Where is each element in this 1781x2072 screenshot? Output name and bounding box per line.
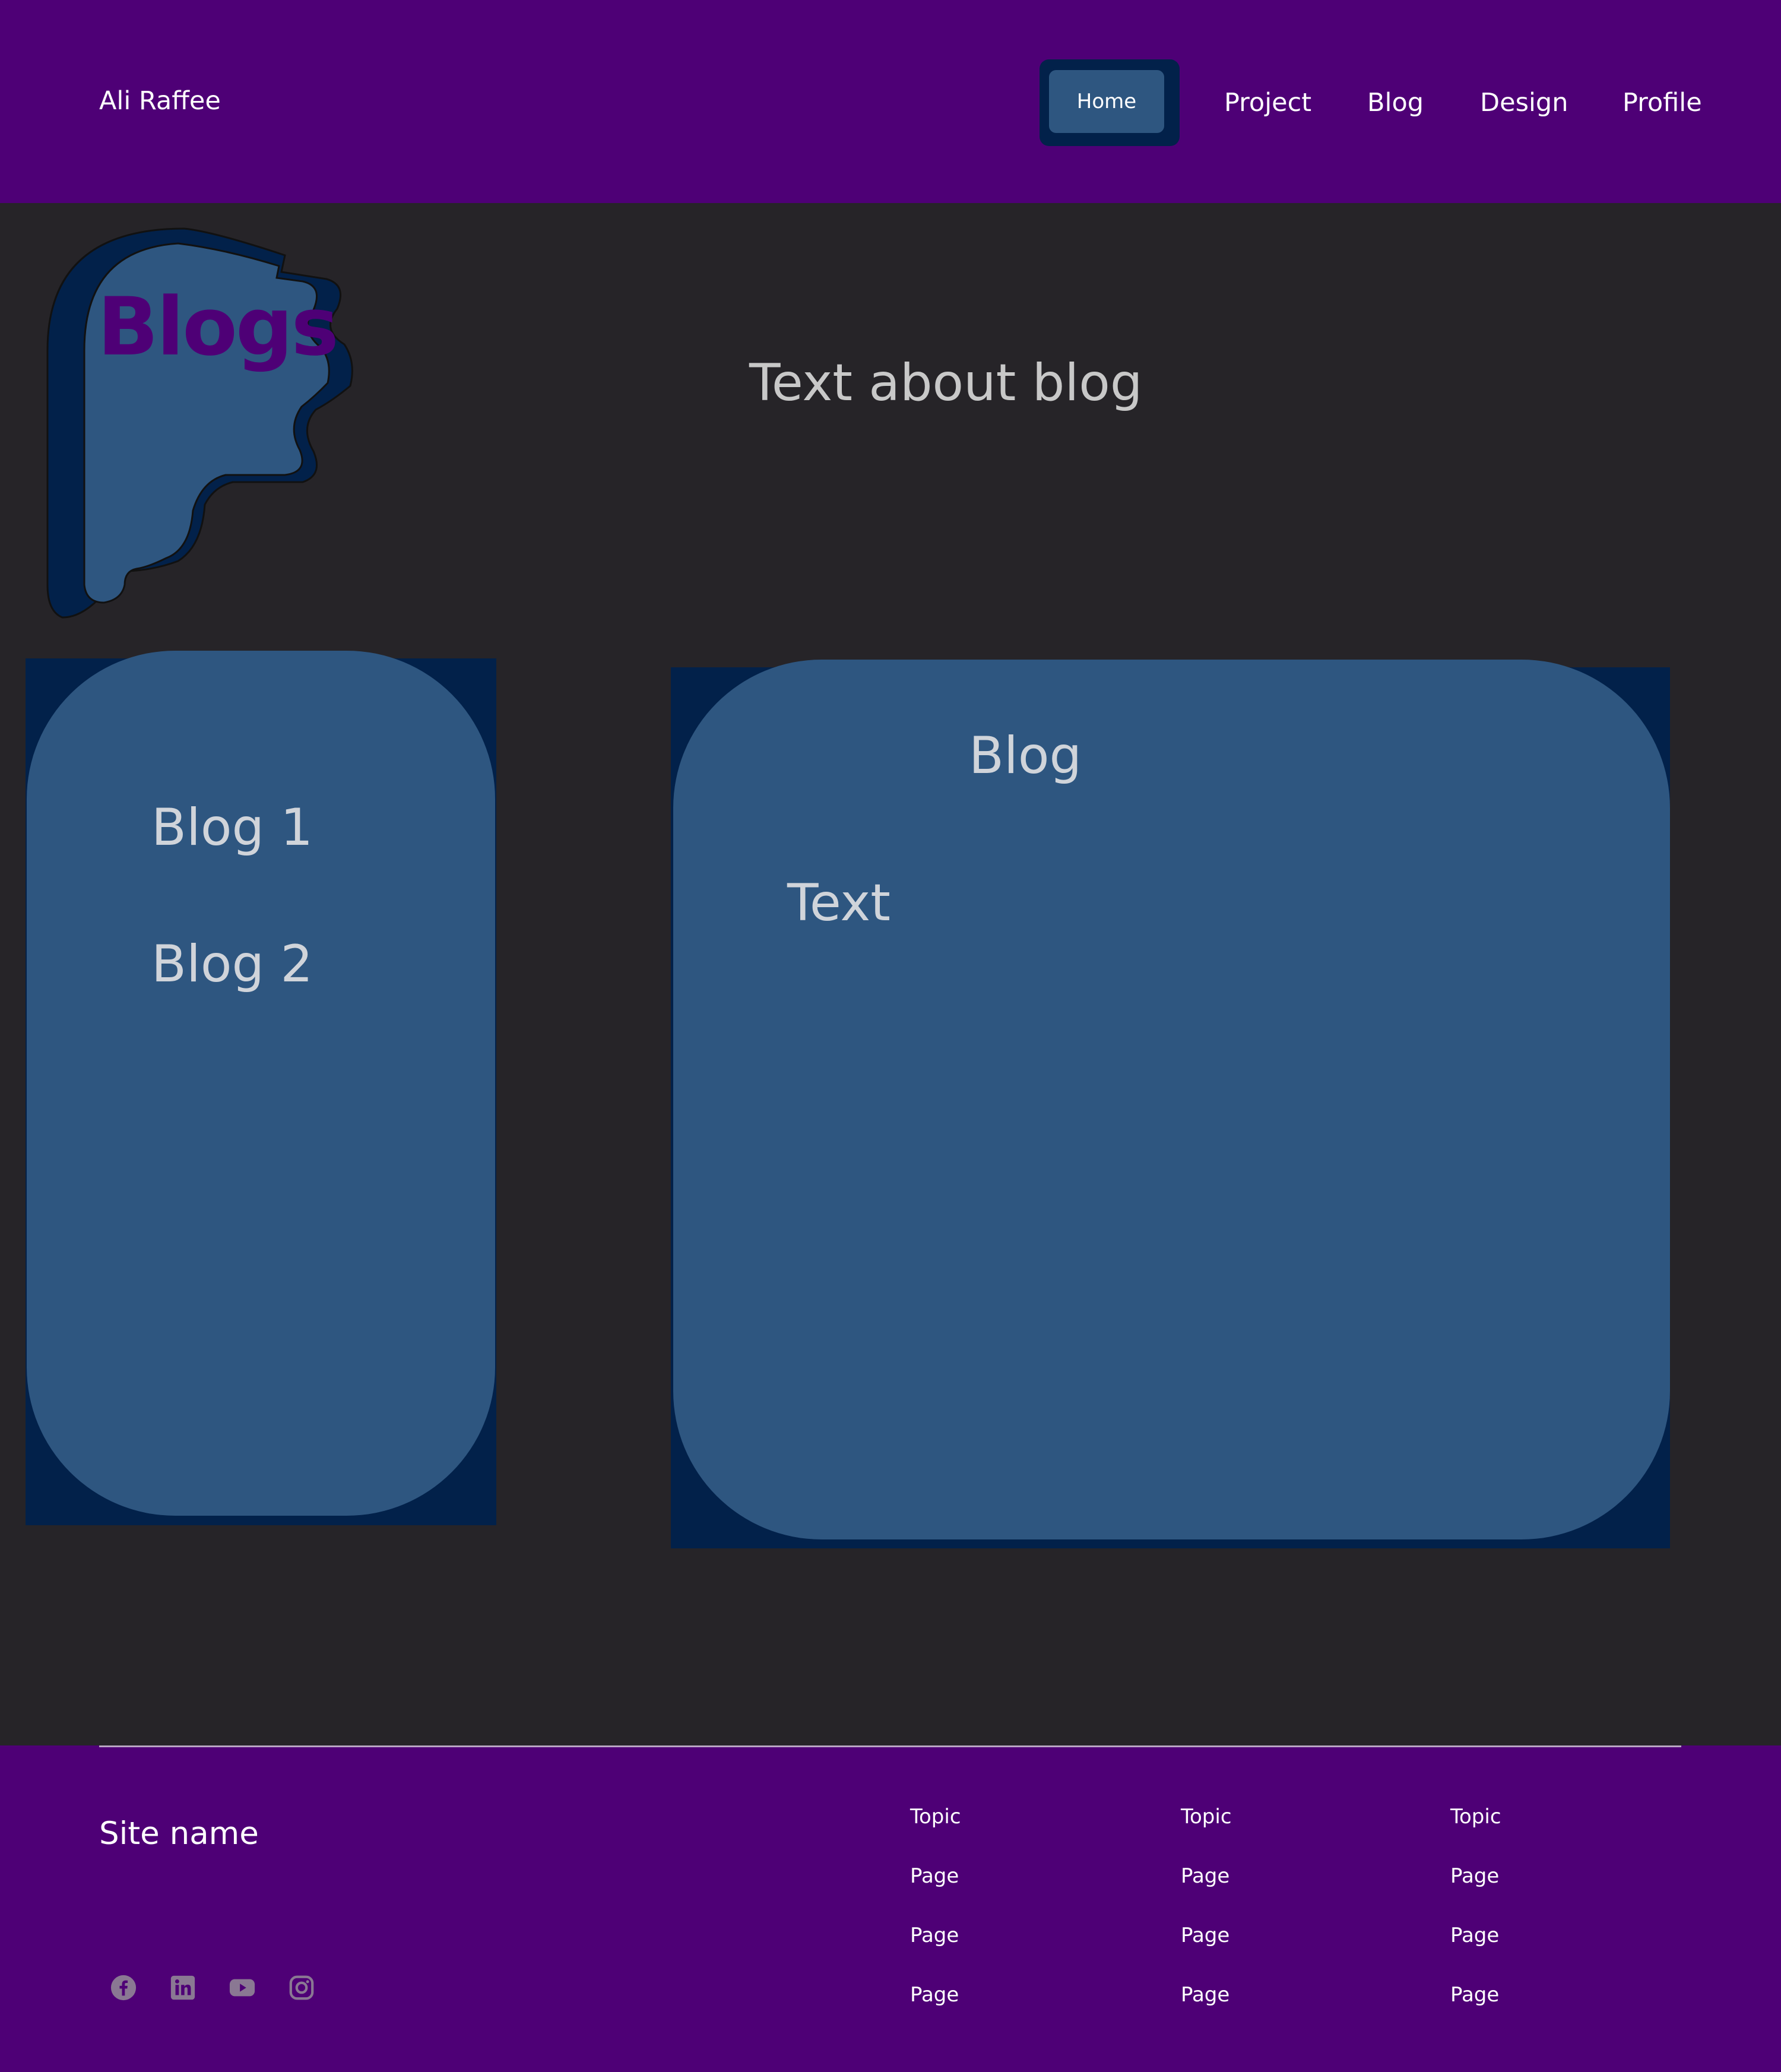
blog-list-item-1[interactable]: Blog 1 bbox=[151, 798, 313, 857]
footer-link[interactable]: Page bbox=[1450, 1864, 1499, 1888]
footer-link[interactable]: Page bbox=[1181, 1924, 1229, 1947]
footer-link[interactable]: Page bbox=[1450, 1983, 1499, 2007]
footer-topic: Topic bbox=[1450, 1805, 1501, 1829]
facebook-icon[interactable] bbox=[110, 1974, 137, 2001]
footer-topic: Topic bbox=[910, 1805, 961, 1829]
linkedin-icon[interactable] bbox=[169, 1974, 197, 2001]
footer-link[interactable]: Page bbox=[910, 1864, 959, 1888]
nav-profile-link[interactable]: Profile bbox=[1622, 88, 1702, 118]
instagram-icon[interactable] bbox=[288, 1974, 315, 2001]
nav-design-link[interactable]: Design bbox=[1480, 88, 1568, 118]
blog-title: Blog bbox=[969, 726, 1082, 785]
footer-link[interactable]: Page bbox=[1181, 1864, 1229, 1888]
nav-blog-link[interactable]: Blog bbox=[1367, 88, 1424, 118]
nav-project-link[interactable]: Project bbox=[1224, 88, 1311, 118]
hero-text: Text about blog bbox=[749, 353, 1143, 413]
page-title: Blogs bbox=[97, 280, 339, 373]
decorative-blob bbox=[46, 227, 353, 619]
youtube-icon[interactable] bbox=[229, 1974, 256, 2001]
footer-divider bbox=[99, 1745, 1681, 1747]
nav-home-button[interactable]: Home bbox=[1049, 70, 1164, 133]
header: Ali Raffee Home Project Blog Design Prof… bbox=[0, 0, 1781, 203]
footer-link[interactable]: Page bbox=[910, 1983, 959, 2007]
footer-site-name: Site name bbox=[99, 1816, 259, 1852]
footer-link[interactable]: Page bbox=[910, 1924, 959, 1947]
blog-list-panel: Blog 1 Blog 2 bbox=[27, 651, 495, 1516]
nav-home-wrapper: Home bbox=[1040, 59, 1180, 146]
footer: Site name Topic Page Page Page Topic Pag… bbox=[0, 1745, 1781, 2072]
blog-content-panel: Blog Text bbox=[673, 660, 1670, 1539]
blog-list-item-2[interactable]: Blog 2 bbox=[151, 934, 313, 994]
site-title[interactable]: Ali Raffee bbox=[99, 86, 221, 116]
footer-link[interactable]: Page bbox=[1450, 1924, 1499, 1947]
footer-topic: Topic bbox=[1181, 1805, 1232, 1829]
footer-link[interactable]: Page bbox=[1181, 1983, 1229, 2007]
blog-text: Text bbox=[787, 873, 890, 933]
